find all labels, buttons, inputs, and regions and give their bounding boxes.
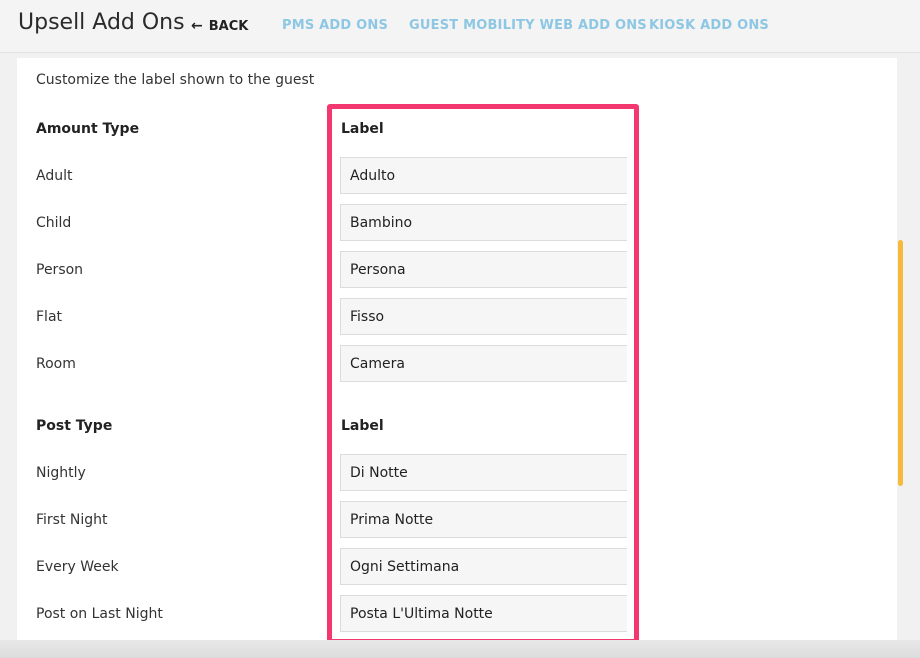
intro-text: Customize the label shown to the guest bbox=[36, 72, 315, 88]
page-title: Upsell Add Ons bbox=[18, 10, 185, 35]
arrow-left-icon: ← bbox=[191, 18, 203, 34]
amount-type-adult: Adult bbox=[36, 168, 73, 184]
label-input-every-week[interactable] bbox=[340, 548, 627, 585]
post-label-header: Label bbox=[341, 418, 384, 434]
label-input-room[interactable] bbox=[340, 345, 627, 382]
post-type-header: Post Type bbox=[36, 418, 113, 434]
tab-pms-add-ons[interactable]: PMS ADD ONS bbox=[282, 18, 388, 33]
amount-type-flat: Flat bbox=[36, 309, 63, 325]
label-input-nightly[interactable] bbox=[340, 454, 627, 491]
page-header: Upsell Add Ons ← BACK PMS ADD ONS GUEST … bbox=[0, 0, 920, 53]
label-input-adult[interactable] bbox=[340, 157, 627, 194]
label-input-flat[interactable] bbox=[340, 298, 627, 335]
back-label: BACK bbox=[208, 18, 249, 34]
post-type-nightly: Nightly bbox=[36, 465, 86, 481]
tab-kiosk-add-ons[interactable]: KIOSK ADD ONS bbox=[649, 18, 769, 33]
content-panel: Customize the label shown to the guest A… bbox=[17, 58, 897, 640]
scrollbar-thumb[interactable] bbox=[898, 240, 903, 486]
bottom-edge bbox=[0, 640, 920, 658]
label-input-first-night[interactable] bbox=[340, 501, 627, 538]
post-type-post-on-last-night: Post on Last Night bbox=[36, 606, 163, 622]
back-button[interactable]: ← BACK bbox=[191, 18, 248, 34]
label-input-child[interactable] bbox=[340, 204, 627, 241]
amount-type-person: Person bbox=[36, 262, 84, 278]
post-type-first-night: First Night bbox=[36, 512, 108, 528]
amount-type-child: Child bbox=[36, 215, 72, 231]
amount-label-header: Label bbox=[341, 121, 384, 137]
post-type-every-week: Every Week bbox=[36, 559, 119, 575]
label-input-post-on-last-night[interactable] bbox=[340, 595, 627, 632]
tab-guest-mobility-web-add-ons[interactable]: GUEST MOBILITY WEB ADD ONS bbox=[409, 18, 647, 33]
amount-type-header: Amount Type bbox=[36, 121, 140, 137]
label-input-person[interactable] bbox=[340, 251, 627, 288]
amount-type-room: Room bbox=[36, 356, 76, 372]
